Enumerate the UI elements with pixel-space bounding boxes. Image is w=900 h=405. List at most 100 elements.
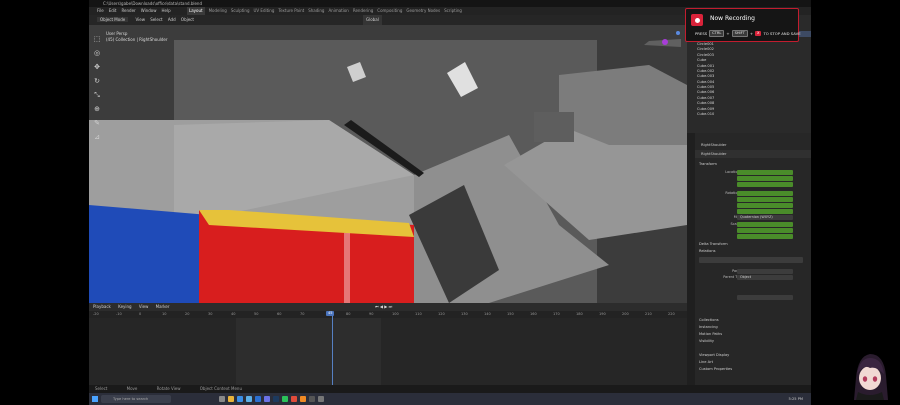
rotation-x-field[interactable] (737, 197, 793, 202)
rotate-tool-icon[interactable]: ↻ (94, 78, 100, 85)
windows-taskbar: Type here to search 5:25 PM (89, 393, 811, 405)
tab-layout[interactable]: Layout (187, 7, 205, 15)
tab-sculpting[interactable]: Sculpting (231, 7, 250, 15)
timeline-menu-view[interactable]: View (139, 304, 149, 309)
parent-field[interactable] (699, 257, 803, 263)
stop-hint: PRESS CTRL + SHIFT + X TO STOP AND SAVE (695, 30, 801, 37)
current-frame-badge[interactable]: 45 (326, 311, 335, 316)
transform-orientation[interactable]: Global (363, 15, 382, 25)
recording-title: Now Recording (710, 15, 755, 22)
windows-start-icon[interactable] (92, 396, 98, 402)
delta-transform-section[interactable]: Delta Transform (699, 242, 728, 247)
line-art-section[interactable]: Line Art (699, 360, 713, 365)
location-x-field[interactable] (737, 170, 793, 175)
viewport-header: Object Mode View Select Add Object Globa… (89, 15, 687, 25)
menu-file[interactable]: File (97, 7, 104, 15)
tab-scripting[interactable]: Scripting (444, 7, 462, 15)
menu-render[interactable]: Render (121, 7, 135, 15)
tab-shading[interactable]: Shading (308, 7, 324, 15)
viewport-menu-add[interactable]: Add (168, 17, 176, 22)
properties-tabs[interactable] (687, 133, 695, 385)
measure-tool-icon[interactable]: ⊿ (94, 134, 100, 141)
status-context-menu: Object Context Menu (199, 386, 243, 391)
viewport-menu-select[interactable]: Select (150, 17, 162, 22)
status-rotate: Rotate View (156, 386, 181, 391)
recording-overlay: Now Recording PRESS CTRL + SHIFT + X TO … (685, 8, 801, 42)
relations-option-field[interactable] (737, 295, 793, 300)
object-name-field[interactable]: RightShoulder (695, 150, 811, 158)
plus-sign: + (726, 31, 730, 36)
properties-breadcrumb: RightShoulder (701, 143, 727, 147)
scale-x-field[interactable] (737, 222, 793, 227)
timeline: Playback Keying View Marker ⏮ ◀ ▶ ⏭ -20 … (89, 303, 687, 385)
taskbar-search[interactable]: Type here to search (101, 395, 171, 403)
tab-uv-editing[interactable]: UV Editing (254, 7, 275, 15)
plus-sign: + (749, 31, 753, 36)
timeline-menu-playback[interactable]: Playback (93, 304, 111, 309)
move-tool-icon[interactable]: ✥ (94, 64, 100, 71)
visibility-section[interactable]: Visibility (699, 339, 714, 344)
browser-icon[interactable] (237, 396, 243, 402)
obs-icon[interactable] (309, 396, 315, 402)
scale-z-field[interactable] (737, 234, 793, 239)
blender-icon[interactable] (300, 396, 306, 402)
menu-help[interactable]: Help (161, 7, 170, 15)
transform-section[interactable]: Transform (699, 162, 717, 167)
mail-icon[interactable] (255, 396, 261, 402)
mode-dropdown[interactable]: Object Mode (97, 17, 129, 22)
blender-window: C:\Users\gabe\Downloads\office\data\stan… (89, 0, 811, 405)
outliner-row[interactable]: Cube.010 (687, 112, 811, 117)
annotate-tool-icon[interactable]: ✎ (94, 120, 100, 127)
instancing-section[interactable]: Instancing (699, 325, 718, 330)
viewport-menu-object[interactable]: Object (181, 17, 194, 22)
relations-section[interactable]: Relations (699, 249, 716, 254)
explorer-icon[interactable] (228, 396, 234, 402)
timeline-menu-marker[interactable]: Marker (156, 304, 170, 309)
playhead[interactable]: 45 (326, 311, 335, 385)
keyframe-range[interactable] (236, 318, 381, 385)
rotation-mode-dropdown[interactable]: Quaternion (WXYZ) (737, 215, 793, 220)
collections-section[interactable]: Collections (699, 318, 719, 323)
store-icon[interactable] (246, 396, 252, 402)
viewport-display-section[interactable]: Viewport Display (699, 353, 729, 358)
chrome-icon[interactable] (291, 396, 297, 402)
3d-viewport[interactable]: User Persp (45) Collection | RightShould… (89, 25, 687, 303)
task-view-icon[interactable] (219, 396, 225, 402)
steam-icon[interactable] (273, 396, 279, 402)
system-tray-clock[interactable]: 5:25 PM (789, 393, 803, 405)
parent-type-dropdown[interactable]: Object (737, 275, 793, 280)
parent-object-field[interactable] (737, 269, 793, 274)
timeline-menu-keying[interactable]: Keying (118, 304, 131, 309)
location-y-field[interactable] (737, 176, 793, 181)
motion-paths-section[interactable]: Motion Paths (699, 332, 722, 337)
viewport-menu-view[interactable]: View (135, 17, 145, 22)
tab-rendering[interactable]: Rendering (353, 7, 373, 15)
ctrl-key: CTRL (709, 30, 725, 37)
menu-window[interactable]: Window (141, 7, 157, 15)
rotation-w-field[interactable] (737, 191, 793, 196)
tab-compositing[interactable]: Compositing (377, 7, 402, 15)
tab-geometry-nodes[interactable]: Geometry Nodes (406, 7, 440, 15)
rotation-z-field[interactable] (737, 209, 793, 214)
scale-y-field[interactable] (737, 228, 793, 233)
play-controls[interactable]: ⏮ ◀ ▶ ⏭ (375, 303, 392, 311)
scale-tool-icon[interactable]: ⤡ (94, 92, 100, 99)
blue-block (89, 205, 209, 303)
transform-tool-icon[interactable]: ⊕ (94, 106, 100, 113)
rotation-y-field[interactable] (737, 203, 793, 208)
record-icon[interactable] (691, 14, 703, 26)
tab-modeling[interactable]: Modeling (209, 7, 227, 15)
screen: C:\Users\gabe\Downloads\office\data\stan… (0, 0, 900, 405)
x-key: X (755, 31, 762, 36)
menu-edit[interactable]: Edit (109, 7, 117, 15)
custom-properties-section[interactable]: Custom Properties (699, 367, 732, 372)
spotify-icon[interactable] (282, 396, 288, 402)
location-z-field[interactable] (737, 182, 793, 187)
select-tool-icon[interactable]: ⬚ (94, 36, 101, 43)
discord-icon[interactable] (264, 396, 270, 402)
cursor-tool-icon[interactable]: ◎ (94, 50, 100, 57)
tab-texture-paint[interactable]: Texture Paint (278, 7, 304, 15)
timeline-ruler[interactable]: -20 -10 0 10 20 30 40 50 60 70 80 90 100… (89, 311, 687, 318)
tab-animation[interactable]: Animation (328, 7, 348, 15)
settings-icon[interactable] (318, 396, 324, 402)
